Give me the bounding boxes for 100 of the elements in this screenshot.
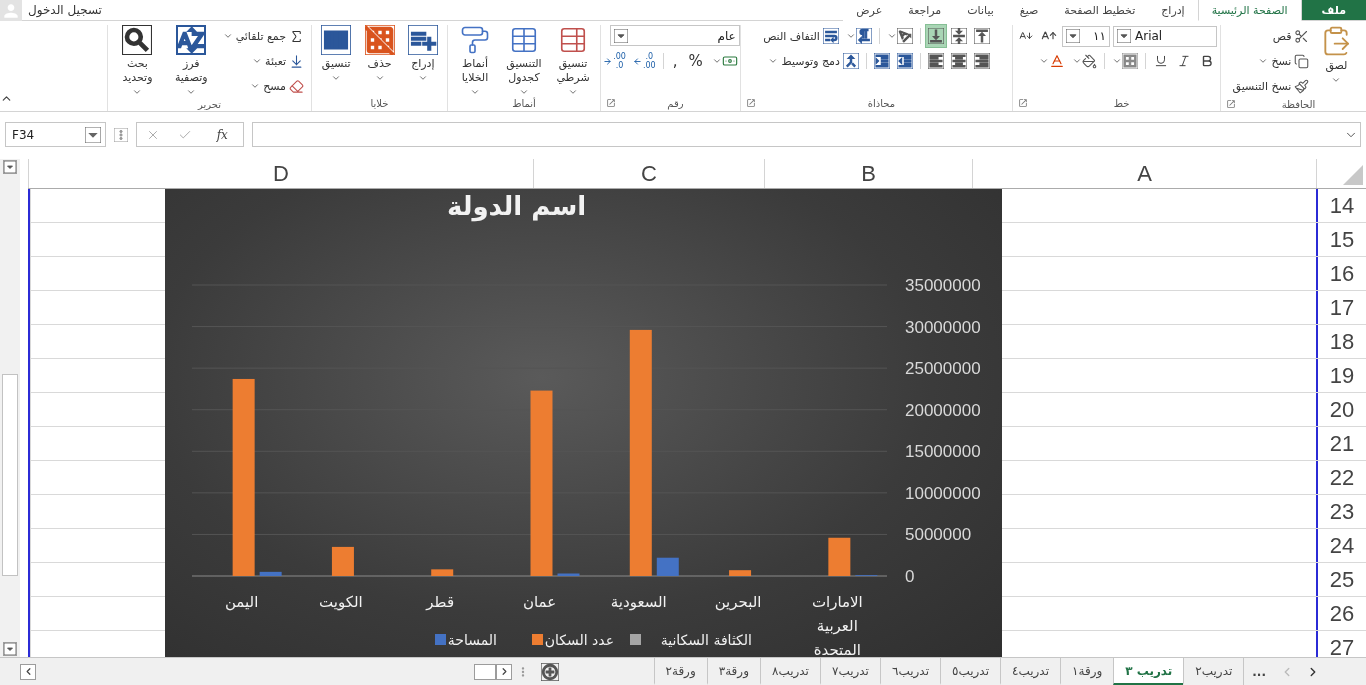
sheet-tab[interactable]: تدريب٤: [1000, 658, 1060, 685]
menu-tab[interactable]: الصفحة الرئيسية: [1197, 0, 1302, 21]
editing-button[interactable]: مسح: [220, 75, 306, 97]
more-tabs-button[interactable]: ...: [1243, 658, 1274, 685]
plus-icon: [541, 662, 559, 681]
align-left-icon: [927, 53, 944, 69]
row-header[interactable]: 16: [1316, 257, 1366, 290]
number-format-field[interactable]: عام: [609, 25, 740, 46]
copy-icon: [1294, 53, 1310, 69]
vertical-align-button[interactable]: [925, 25, 946, 47]
sheet-tab[interactable]: تدريب٨: [759, 658, 820, 685]
sheet-tab[interactable]: تدريب٥: [940, 658, 1000, 685]
row-header[interactable]: 19: [1316, 359, 1366, 392]
ribbon-button[interactable]: التنسيق كجدول: [502, 25, 546, 97]
editing-button[interactable]: تعبئة: [220, 50, 306, 72]
category-label: عمان: [522, 593, 557, 611]
row-header[interactable]: 21: [1316, 427, 1366, 460]
scrollbar-thumb[interactable]: [2, 374, 18, 576]
sheet-tab[interactable]: تدريب٧: [819, 658, 880, 685]
clipboard-button[interactable]: نسخ التنسيق: [1230, 75, 1312, 97]
file-button[interactable]: ملف: [1301, 0, 1366, 20]
row-header[interactable]: 24: [1316, 529, 1366, 562]
paint-roller-icon: [460, 25, 490, 55]
column-header[interactable]: A: [972, 159, 1316, 188]
decimal-button[interactable]: .0 .00: [630, 49, 658, 73]
launcher-icon[interactable]: [746, 98, 756, 108]
wrap-text-icon: [822, 28, 839, 44]
column-header[interactable]: D: [28, 159, 533, 188]
align-center-button[interactable]: [948, 50, 969, 72]
launcher-icon[interactable]: [1226, 99, 1236, 109]
clipboard-button[interactable]: قص: [1230, 25, 1312, 47]
axis-tick-label: 0: [905, 567, 915, 586]
merge-center-button[interactable]: دمج وتوسيط: [766, 50, 861, 72]
row-header[interactable]: 25: [1316, 563, 1366, 596]
column-header[interactable]: C: [533, 159, 764, 188]
font-name-field[interactable]: Arial: [1113, 25, 1217, 47]
ribbon-button[interactable]: حذف: [360, 25, 399, 83]
font-size-field[interactable]: ١١: [1062, 25, 1110, 47]
row-header[interactable]: 23: [1316, 495, 1366, 528]
ribbon-button[interactable]: تنسيق شرطي: [551, 25, 595, 97]
indent-decrease-button[interactable]: [894, 50, 915, 72]
table-icon: [509, 25, 539, 55]
sign-in-link[interactable]: تسجيل الدخول: [22, 3, 108, 17]
column-header[interactable]: B: [764, 159, 972, 188]
ribbon-button[interactable]: إدراج: [403, 25, 442, 83]
bar: [828, 537, 851, 576]
formula-input[interactable]: [252, 122, 1361, 147]
ribbon-button[interactable]: أنماط الخلايا: [453, 25, 497, 97]
ribbon-button[interactable]: بحث وتحديد: [113, 25, 162, 97]
row-header[interactable]: 15: [1316, 223, 1366, 256]
ribbon-button[interactable]: فرز وتصفية: [166, 25, 216, 97]
row-header[interactable]: 14: [1316, 189, 1366, 222]
triangle-icon: [1343, 165, 1363, 185]
launcher-icon[interactable]: [606, 98, 616, 108]
row-header[interactable]: 26: [1316, 597, 1366, 630]
group-label: الحافظة: [1280, 98, 1317, 110]
launcher-icon[interactable]: [1018, 98, 1028, 108]
paintbrush-icon: [1294, 78, 1310, 94]
number-style-button[interactable]: %: [684, 50, 707, 72]
sheet-tab[interactable]: تدريب٦: [879, 658, 940, 685]
align-left-button[interactable]: [925, 50, 946, 72]
indent-increase-button[interactable]: [871, 50, 892, 72]
scroll-up-button[interactable]: [3, 160, 17, 174]
caret-icon: [886, 31, 897, 41]
scroll-right-button[interactable]: [496, 663, 512, 680]
editing-button[interactable]: جمع تلقائي: [220, 25, 306, 47]
scroll-down-button[interactable]: [3, 642, 17, 656]
wrap-text-button[interactable]: التفاف النص: [761, 25, 841, 47]
clipboard-button[interactable]: نسخ: [1230, 50, 1312, 72]
sheet-tab[interactable]: ورقة١: [1060, 658, 1114, 685]
scrollbar-thumb[interactable]: [474, 663, 496, 680]
arrow-icon: [603, 56, 613, 66]
row-header[interactable]: 17: [1316, 291, 1366, 324]
legend-label: المساحة: [447, 632, 497, 648]
sheet-tab[interactable]: ورقة٢: [653, 658, 707, 685]
row-header[interactable]: 20: [1316, 393, 1366, 426]
row-header[interactable]: 18: [1316, 325, 1366, 358]
vertical-align-button[interactable]: [971, 25, 992, 47]
sheet-tab[interactable]: تدريب ٣: [1113, 658, 1184, 685]
row-header[interactable]: 22: [1316, 461, 1366, 494]
category-label: قطر: [426, 593, 455, 611]
sheet-tab[interactable]: ورقة٣: [706, 658, 760, 685]
decimal-button[interactable]: .00 .0: [601, 49, 628, 73]
caret-icon: [1066, 29, 1080, 43]
legend-label: عدد السكان: [544, 632, 614, 648]
eraser-icon: [289, 78, 304, 94]
vertical-align-button[interactable]: [948, 25, 969, 47]
number-style-button[interactable]: ,: [668, 50, 682, 72]
insert-function-button[interactable]: fx: [210, 126, 234, 143]
scroll-left-button[interactable]: [20, 663, 36, 680]
category-label: اليمن: [224, 593, 259, 611]
name-box[interactable]: F34: [5, 122, 106, 147]
border-icon: [1122, 53, 1138, 69]
caret-icon: [845, 31, 856, 41]
ribbon-button[interactable]: تنسيق: [317, 25, 356, 83]
table-icon: [558, 25, 588, 55]
caret-icon: [1117, 29, 1131, 43]
paste-button[interactable]: لصق: [1316, 25, 1357, 85]
banknote-icon: [721, 53, 738, 69]
align-right-button[interactable]: [971, 50, 992, 72]
